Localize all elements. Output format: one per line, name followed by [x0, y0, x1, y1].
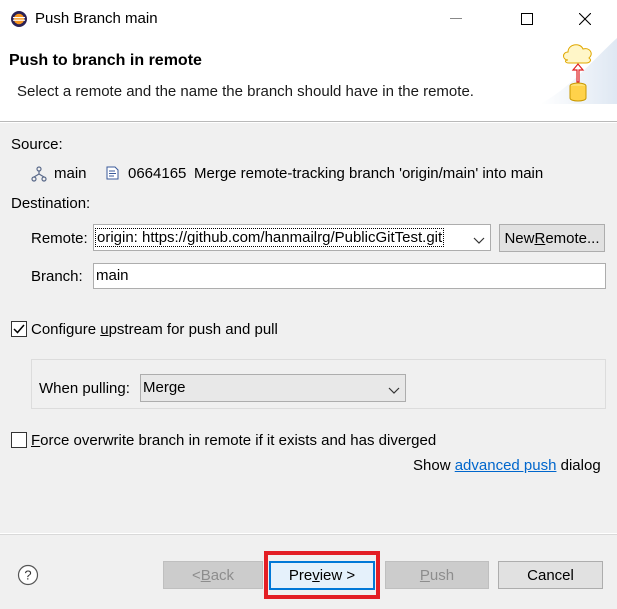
new-remote-mnemonic: R: [534, 229, 546, 247]
advanced-push-text: Show advanced push dialog: [413, 457, 601, 474]
branch-label: Branch:: [31, 268, 83, 285]
when-pulling-value: Merge: [143, 379, 186, 396]
back-prefix: <: [191, 566, 201, 584]
upstream-label-suffix: pstream for push and pull: [108, 321, 278, 338]
push-suffix: ush: [429, 566, 455, 584]
new-remote-suffix: emote...: [545, 229, 600, 247]
remote-select[interactable]: origin: https://github.com/hanmailrg/Pub…: [93, 224, 491, 251]
remote-select-value: origin: https://github.com/hanmailrg/Pub…: [95, 228, 445, 247]
force-label-mnemonic: F: [31, 432, 41, 449]
cancel-button[interactable]: Cancel: [498, 561, 603, 589]
commit-id: 0664165: [128, 165, 187, 182]
remote-label: Remote:: [31, 230, 88, 247]
page-description: Select a remote and the name the branch …: [17, 83, 474, 100]
back-mnemonic: B: [200, 566, 211, 584]
commit-icon: [104, 165, 120, 181]
force-label-suffix: orce overwrite branch in remote if it ex…: [40, 432, 437, 449]
close-icon: [579, 13, 591, 25]
back-suffix: ack: [210, 566, 235, 584]
force-overwrite-checkbox[interactable]: [11, 432, 27, 448]
upstream-checkbox[interactable]: [11, 321, 27, 337]
push-button[interactable]: Push: [385, 561, 489, 589]
advanced-push-link[interactable]: advanced push: [455, 457, 557, 474]
upstream-label-mnemonic: u: [100, 321, 109, 338]
eclipse-icon: [10, 10, 28, 28]
upstream-label-prefix: Configure: [31, 321, 101, 338]
chevron-down-icon: [472, 232, 486, 244]
help-icon[interactable]: ?: [17, 564, 39, 586]
upstream-label: Configure upstream for push and pull: [31, 321, 278, 338]
source-label: Source:: [11, 136, 63, 153]
preview-highlight-box: [264, 551, 380, 599]
maximize-button[interactable]: [504, 0, 550, 38]
new-remote-button[interactable]: New Remote...: [499, 224, 605, 252]
push-mnemonic: P: [419, 566, 430, 584]
force-overwrite-label: Force overwrite branch in remote if it e…: [31, 432, 436, 449]
advanced-suffix: dialog: [556, 457, 601, 474]
back-button[interactable]: < Back: [163, 561, 263, 589]
branch-input[interactable]: main: [93, 263, 606, 289]
title-bar: Push Branch main: [0, 0, 617, 38]
commit-message: Merge remote-tracking branch 'origin/mai…: [194, 165, 544, 182]
check-icon: [13, 324, 25, 334]
branch-icon: [31, 166, 47, 182]
page-title: Push to branch in remote: [9, 52, 202, 69]
destination-label: Destination:: [11, 195, 91, 212]
window-title: Push Branch main: [35, 10, 158, 27]
advanced-prefix: Show: [413, 457, 455, 474]
when-pulling-label: When pulling:: [39, 380, 130, 397]
minimize-button[interactable]: [433, 0, 479, 38]
when-pulling-select[interactable]: Merge: [140, 374, 406, 402]
source-branch: main: [54, 165, 87, 182]
push-to-cloud-icon: [560, 40, 596, 104]
close-button[interactable]: [562, 0, 608, 38]
chevron-down-icon: [387, 382, 401, 394]
svg-text:?: ?: [24, 568, 31, 583]
new-remote-prefix: New: [504, 229, 535, 247]
wizard-banner: Push to branch in remote Select a remote…: [0, 38, 617, 122]
